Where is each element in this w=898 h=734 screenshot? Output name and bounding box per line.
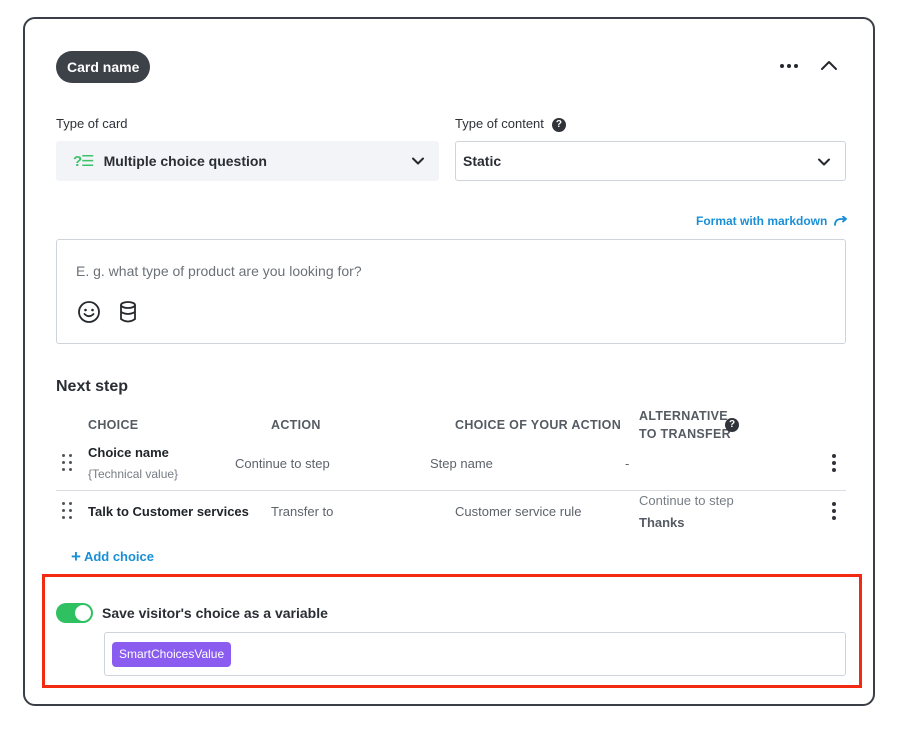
type-of-card-select[interactable]: ?☰ Multiple choice question [56, 141, 439, 181]
format-markdown-link[interactable]: Format with markdown [696, 214, 848, 228]
message-placeholder: E. g. what type of product are you looki… [76, 263, 362, 279]
toggle-knob [75, 605, 91, 621]
choice-name: Choice name [88, 445, 169, 460]
type-of-card-value: Multiple choice question [103, 153, 267, 169]
row-choice-of-action[interactable]: Customer service rule [455, 504, 581, 519]
card-editor: Card name Type of card Type of content? … [23, 17, 875, 706]
next-step-title: Next step [56, 378, 129, 395]
help-icon[interactable]: ? [725, 418, 739, 432]
drag-handle-icon[interactable] [62, 454, 72, 472]
choice-technical-value: {Technical value} [88, 467, 179, 481]
arrow-right-icon [833, 215, 847, 226]
plus-icon: + [71, 547, 81, 566]
drag-handle-icon[interactable] [62, 502, 72, 520]
type-of-card-label: Type of card [56, 116, 128, 131]
database-icon[interactable] [118, 300, 138, 324]
row-alternative: - [625, 456, 630, 471]
row-action[interactable]: Continue to step [235, 456, 330, 471]
type-of-content-label: Type of content [455, 116, 544, 131]
column-header-alternative-2: TO TRANSFER [639, 427, 731, 441]
help-icon[interactable]: ? [551, 117, 566, 132]
row-alternative-label: Continue to step [639, 493, 734, 508]
variable-chip[interactable]: SmartChoicesValue [112, 642, 232, 667]
add-choice-label: Add choice [83, 549, 155, 564]
column-header-choice-of-action: CHOICE OF YOUR ACTION [455, 418, 622, 432]
column-header-alternative: ALTERNATIVE [639, 409, 728, 423]
type-of-content-select[interactable]: Static [455, 141, 846, 181]
type-of-content-label-wrap: Type of content? [455, 116, 566, 132]
choice-name: Talk to Customer services [88, 504, 249, 519]
type-of-content-value: Static [463, 153, 502, 169]
save-variable-label: Save visitor's choice as a variable [102, 605, 328, 621]
chevron-down-icon [412, 157, 424, 165]
format-markdown-label: Format with markdown [696, 214, 828, 228]
chevron-down-icon [818, 158, 830, 166]
emoji-icon[interactable] [77, 300, 101, 324]
message-editor[interactable]: E. g. what type of product are you looki… [56, 239, 846, 344]
column-header-action: ACTION [271, 418, 321, 432]
row-divider [56, 490, 846, 491]
card-name-pill[interactable]: Card name [56, 51, 151, 83]
row-choice-of-action[interactable]: Step name [430, 456, 493, 471]
save-variable-toggle[interactable] [56, 603, 93, 623]
row-alternative-value[interactable]: Thanks [639, 515, 685, 530]
multiple-choice-icon: ?☰ [73, 153, 95, 170]
column-header-alternative-line2: TO TRANSFER [639, 427, 731, 441]
variable-input[interactable]: SmartChoicesValue [104, 632, 846, 676]
column-header-choice: CHOICE [88, 418, 139, 432]
row-action[interactable]: Transfer to [271, 504, 333, 519]
chevron-up-icon[interactable] [818, 55, 840, 77]
add-choice-button[interactable]: + Add choice [71, 547, 154, 567]
row-menu-icon[interactable] [831, 502, 837, 520]
row-menu-icon[interactable] [831, 454, 837, 472]
more-options-icon[interactable] [777, 55, 801, 77]
